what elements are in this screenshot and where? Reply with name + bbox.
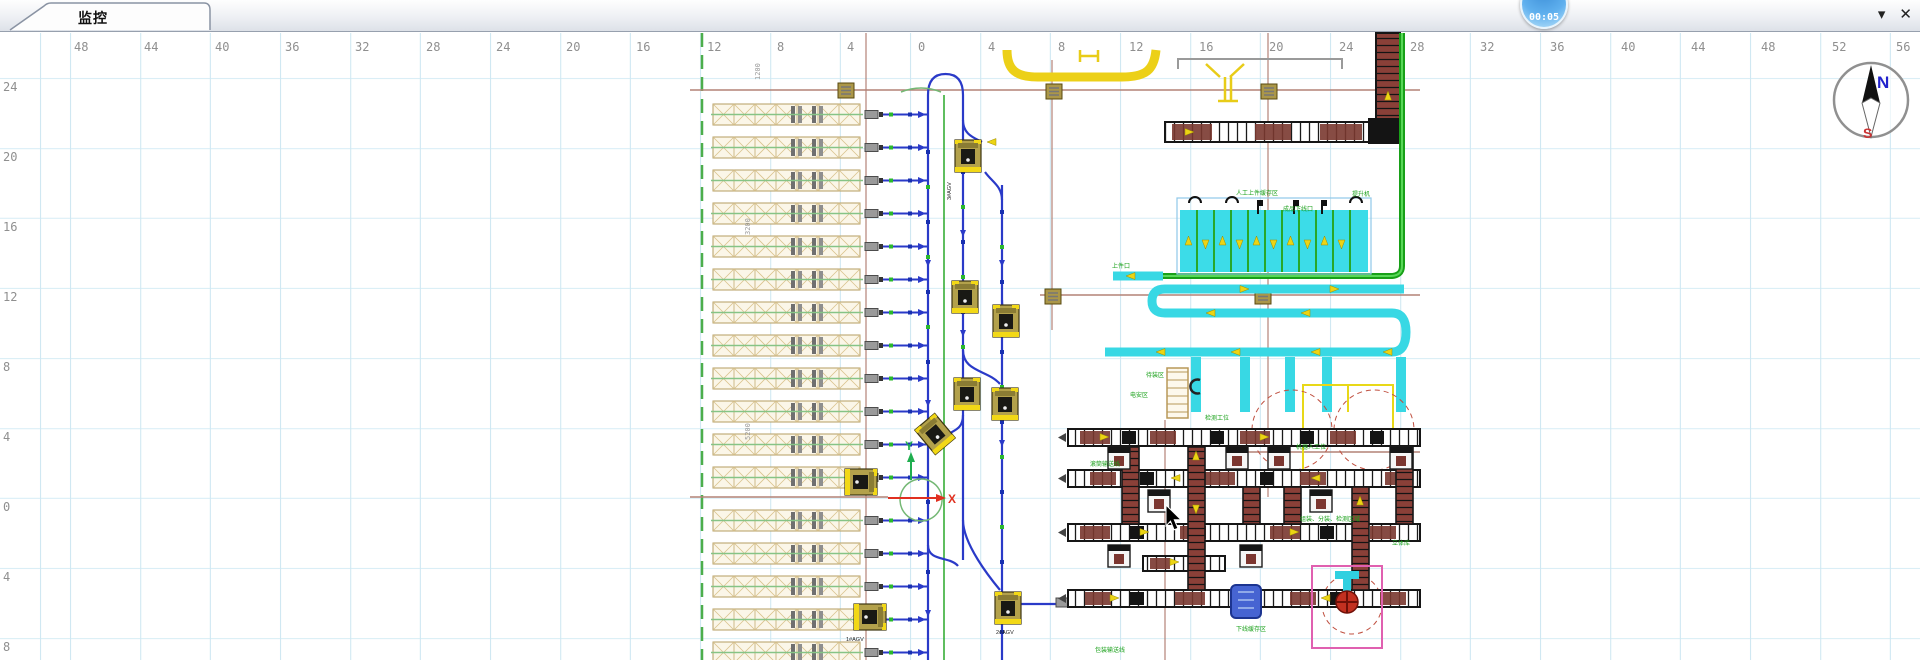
ruler-label: 8 xyxy=(1058,40,1065,54)
ruler-label: 28 xyxy=(426,40,440,54)
agv-vehicle[interactable] xyxy=(915,413,955,454)
annotation: 机器人工位 xyxy=(1296,443,1326,451)
storage-racks xyxy=(711,104,928,660)
ruler-label: 20 xyxy=(566,40,580,54)
ruler-label: 16 xyxy=(3,220,17,234)
annotation: 检测工位 xyxy=(1205,414,1229,422)
ruler-label: 4 xyxy=(847,40,854,54)
ruler-label: 24 xyxy=(1339,40,1353,54)
tab-label: 监控 xyxy=(78,8,108,28)
ruler-label: 48 xyxy=(74,40,88,54)
ruler-label: 40 xyxy=(1621,40,1635,54)
annotation: 提升机 xyxy=(1352,190,1370,198)
axis-x-label: X xyxy=(948,492,956,506)
ruler-label: 4 xyxy=(3,570,10,584)
agv-vehicle[interactable] xyxy=(955,140,981,172)
dim-label: 1200 xyxy=(754,63,762,80)
ruler-label: 48 xyxy=(1761,40,1775,54)
annotation: 立体库 xyxy=(1392,539,1410,547)
agv-path-network xyxy=(928,74,1056,660)
agv-vehicle[interactable] xyxy=(995,592,1021,624)
axis-y-label: Y xyxy=(905,439,913,453)
ruler-label: 0 xyxy=(3,500,10,514)
annotation: 人工上件缓存区 xyxy=(1236,189,1278,197)
origin-axis-marker: X Y xyxy=(888,439,956,506)
ruler-label: 24 xyxy=(3,80,17,94)
agv-vehicle[interactable] xyxy=(993,305,1019,337)
ruler-label: 12 xyxy=(707,40,721,54)
compass-north-label: N xyxy=(1877,73,1889,92)
annotation: 上件口 xyxy=(1112,262,1130,270)
agv-vehicle[interactable] xyxy=(954,378,980,410)
ruler-label: 24 xyxy=(496,40,510,54)
ruler-label: 8 xyxy=(3,360,10,374)
agv-vehicle[interactable] xyxy=(992,388,1018,420)
annotation: 滚筒输送线 xyxy=(1090,460,1120,468)
annotation: 电安区 xyxy=(1130,391,1148,399)
ruler-label: 32 xyxy=(1480,40,1494,54)
compass: N S xyxy=(1834,63,1908,141)
ruler-label: 28 xyxy=(1410,40,1424,54)
ruler-label: 44 xyxy=(1691,40,1705,54)
dim-label: 5200 xyxy=(744,423,752,440)
origin-zone-circle xyxy=(900,88,942,521)
timer-value: 00:05 xyxy=(1529,12,1559,27)
ruler-label: 8 xyxy=(3,640,10,654)
agv-vehicle[interactable] xyxy=(854,604,886,630)
dropdown-icon[interactable]: ▾ xyxy=(1878,5,1886,25)
dim-label: 3200 xyxy=(744,218,752,235)
production-lines xyxy=(1058,429,1420,607)
ruler-left: 24 20 16 12 8 4 0 4 8 xyxy=(3,80,17,654)
agv-label: 2#AGV xyxy=(996,630,1014,636)
ruler-label: 8 xyxy=(777,40,784,54)
ruler-label: 12 xyxy=(3,290,17,304)
annotation: 包装输送线 xyxy=(1095,646,1125,654)
compass-south-label: S xyxy=(1863,125,1872,141)
ruler-label: 52 xyxy=(1832,40,1846,54)
agv-label: 3#AGV xyxy=(947,182,953,200)
ruler-label: 32 xyxy=(355,40,369,54)
tab-shape xyxy=(10,3,210,30)
annotation: 待装区 xyxy=(1146,371,1164,379)
ruler-label: 44 xyxy=(144,40,158,54)
agv-vehicle[interactable] xyxy=(845,469,877,495)
monitor-canvas[interactable]: 48 44 40 36 32 28 24 20 16 12 8 4 0 4 8 … xyxy=(0,0,1920,660)
annotation: 组装、分装、检测区域 xyxy=(1300,515,1360,523)
ruler-label: 4 xyxy=(3,430,10,444)
ruler-label: 16 xyxy=(636,40,650,54)
ruler-label: 20 xyxy=(3,150,17,164)
tab-bar: 监控 ▾ ✕ xyxy=(0,0,1920,32)
ruler-label: 56 xyxy=(1896,40,1910,54)
agv-label: 1#AGV xyxy=(846,637,864,643)
sorter-lane-bank xyxy=(1177,197,1371,274)
serpentine-conveyor xyxy=(1105,273,1406,413)
annotation: 成品下线口 xyxy=(1283,205,1313,213)
ruler-label: 36 xyxy=(285,40,299,54)
inspection-machine xyxy=(1231,585,1261,618)
agv-vehicle[interactable] xyxy=(952,281,978,313)
ruler-label: 12 xyxy=(1129,40,1143,54)
tab-monitoring[interactable]: 监控 xyxy=(4,2,224,31)
monitor-window: 48 44 40 36 32 28 24 20 16 12 8 4 0 4 8 … xyxy=(0,0,1920,660)
ruler-label: 0 xyxy=(918,40,925,54)
annotation: 下线缓存区 xyxy=(1236,625,1266,633)
ruler-label: 16 xyxy=(1199,40,1213,54)
ruler-top: 48 44 40 36 32 28 24 20 16 12 8 4 0 4 8 … xyxy=(74,40,1910,54)
ruler-label: 40 xyxy=(215,40,229,54)
ruler-label: 4 xyxy=(988,40,995,54)
close-icon[interactable]: ✕ xyxy=(1899,5,1912,25)
ruler-label: 20 xyxy=(1269,40,1283,54)
ruler-label: 36 xyxy=(1550,40,1564,54)
